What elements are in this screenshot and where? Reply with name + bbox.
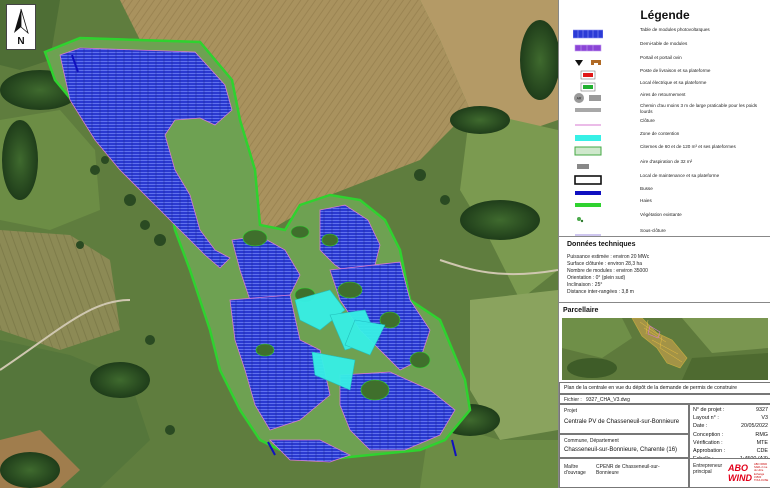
legend-item-label: Clôture — [640, 118, 655, 123]
legend-item: Citernes de 60 et de 120 m³ et ses plate… — [567, 143, 767, 157]
abo-wind-logo: ABO WIND — [728, 463, 752, 485]
legend-item: Chemin d'au moins 3 m de large praticabl… — [567, 102, 767, 116]
separator — [559, 236, 770, 237]
legend-item: Table de modules photovoltaïques — [567, 26, 767, 40]
owner-box: Maître d'ouvrage CPENR de Chasseneuil-su… — [559, 458, 689, 488]
technical-data-line: Distance inter-rangées : 3,8 m — [567, 289, 634, 295]
fence-icon — [573, 117, 603, 127]
legend-item-label: Demi-table de modules — [640, 41, 688, 46]
owner-label: Maître d'ouvrage — [564, 464, 586, 476]
legend-item: Demi-table de modules — [567, 40, 767, 54]
electrical-room-icon — [573, 79, 603, 92]
legend-item: Aire d'aspiration de 32 m² — [567, 158, 767, 172]
file-name: 9327_CHA_V3.dwg — [586, 397, 630, 403]
legend-item: Zone de contention — [567, 130, 767, 144]
culvert-icon — [573, 185, 603, 195]
file-label: Fichier : — [564, 397, 582, 403]
project-label: Projet — [564, 408, 578, 414]
legend-item-label: Chemin d'au moins 3 m de large praticabl… — [640, 103, 758, 114]
technical-data-line: Inclinaison : 25° — [567, 282, 603, 288]
legend-item: Portail et portail ovin — [567, 54, 767, 68]
owner-name: CPENR de Chasseneuil-sur-Bonnieure — [596, 464, 660, 476]
field-value: RMG — [755, 432, 768, 438]
legend-item-label: Busse — [640, 186, 653, 191]
legend-item: Végétation existante — [567, 211, 767, 225]
legend-item: Haies — [567, 197, 767, 211]
delivery-station-icon — [573, 67, 603, 80]
field-label: Layout n° : — [693, 415, 719, 421]
field-value: 20/05/2022 — [741, 423, 768, 429]
heavy-road-icon — [573, 102, 603, 112]
field-value: 9327 — [756, 407, 768, 413]
technical-data-line: Nombre de modules : environ 35000 — [567, 268, 648, 274]
legend-item-label: Portail et portail ovin — [640, 55, 682, 60]
containment-zone-icon — [573, 130, 603, 141]
field-label: Vérification : — [693, 440, 723, 446]
legend-item-label: Aires de retournement — [640, 92, 686, 97]
legend-item-label: Table de modules photovoltaïques — [640, 27, 710, 32]
legend-item: Sous-clôture — [567, 227, 767, 241]
parcellaire-map-image — [562, 318, 768, 380]
legend-item-label: Sous-clôture — [640, 228, 666, 233]
field-value: MTE — [756, 440, 768, 446]
commune-label: Commune, Département — [564, 438, 619, 444]
module-table-icon — [572, 26, 604, 39]
legend-item-label: Local de maintenance et sa plateforme — [640, 173, 720, 178]
technical-data-title: Données techniques — [567, 241, 636, 248]
suction-area-icon — [573, 158, 603, 169]
technical-data-line: Puissance estimée : environ 20 MWc — [567, 254, 650, 260]
field-value: CDE — [756, 448, 768, 454]
file-box: Fichier : 9327_CHA_V3.dwg — [559, 394, 770, 404]
parcellaire-map[interactable] — [562, 318, 768, 380]
aerial-map-image — [0, 0, 558, 488]
separator — [559, 302, 770, 303]
legend-item: Local de maintenance et sa plateforme — [567, 172, 767, 186]
legend-panel: Légende Table de modules photovoltaïques… — [558, 0, 770, 488]
parcellaire-title: Parcellaire — [563, 307, 599, 314]
field-label: Approbation : — [693, 448, 726, 454]
gate-icon — [573, 54, 603, 66]
legend-item-label: Haies — [640, 198, 652, 203]
tank-icon — [573, 143, 603, 156]
logo-text: ABO WIND — [728, 463, 752, 483]
project-box: Projet Centrale PV de Chasseneuil-sur-Bo… — [559, 404, 689, 434]
site-map[interactable]: N — [0, 0, 558, 488]
field-label: Date : — [693, 423, 708, 429]
commune-name: Chasseneuil-sur-Bonnieure, Charente (16) — [564, 447, 678, 453]
hedge-icon — [573, 197, 603, 207]
north-arrow: N — [6, 4, 36, 50]
legend-item-label: Citernes de 60 et de 120 m³ et ses plate… — [640, 144, 736, 149]
contractor-box: Entrepreneur principal ABO WIND ABO WIND… — [689, 458, 770, 488]
turnaround-area-icon: AR — [573, 91, 603, 103]
field-label: N° de projet : — [693, 407, 725, 413]
legend-item-label: Zone de contention — [640, 131, 680, 136]
project-fields-box: N° de projet : 9327 Layout n° : V3 Date : 20/… — [689, 404, 770, 466]
project-name: Centrale PV de Chasseneuil-sur-Bonnieure — [564, 419, 680, 425]
technical-data-line: Surface clôturée : environ 28,3 ha — [567, 261, 643, 267]
commune-box: Commune, Département Chasseneuil-sur-Bon… — [559, 434, 689, 458]
legend-item: Clôture — [567, 117, 767, 131]
plan-title-box: Plan de la centrale en vue du dépôt de l… — [559, 382, 770, 394]
field-label: Conception : — [693, 432, 724, 438]
vegetation-icon — [573, 211, 603, 223]
field-value: V3 — [761, 415, 768, 421]
legend-item-label: Végétation existante — [640, 212, 682, 217]
technical-data-line: Orientation : 0° (plein sud) — [567, 275, 626, 281]
legend-item-label: Local électrique et sa plateforme — [640, 80, 707, 85]
plan-title: Plan de la centrale en vue du dépôt de l… — [564, 385, 738, 391]
logo-small-text: ABO WIND SARL 2 rue du Libre Echange 315… — [754, 463, 769, 483]
maintenance-room-icon — [573, 172, 603, 185]
half-table-icon — [573, 40, 603, 52]
legend-item-label: Aire d'aspiration de 32 m² — [640, 159, 693, 164]
contractor-label: Entrepreneur principal — [693, 463, 723, 475]
legend-item-label: Poste de livraison et sa plateforme — [640, 68, 711, 73]
legend-title: Légende — [640, 8, 690, 22]
svg-text:AR: AR — [577, 97, 582, 101]
north-arrow-label: N — [17, 36, 25, 47]
north-arrow-icon — [14, 8, 29, 35]
